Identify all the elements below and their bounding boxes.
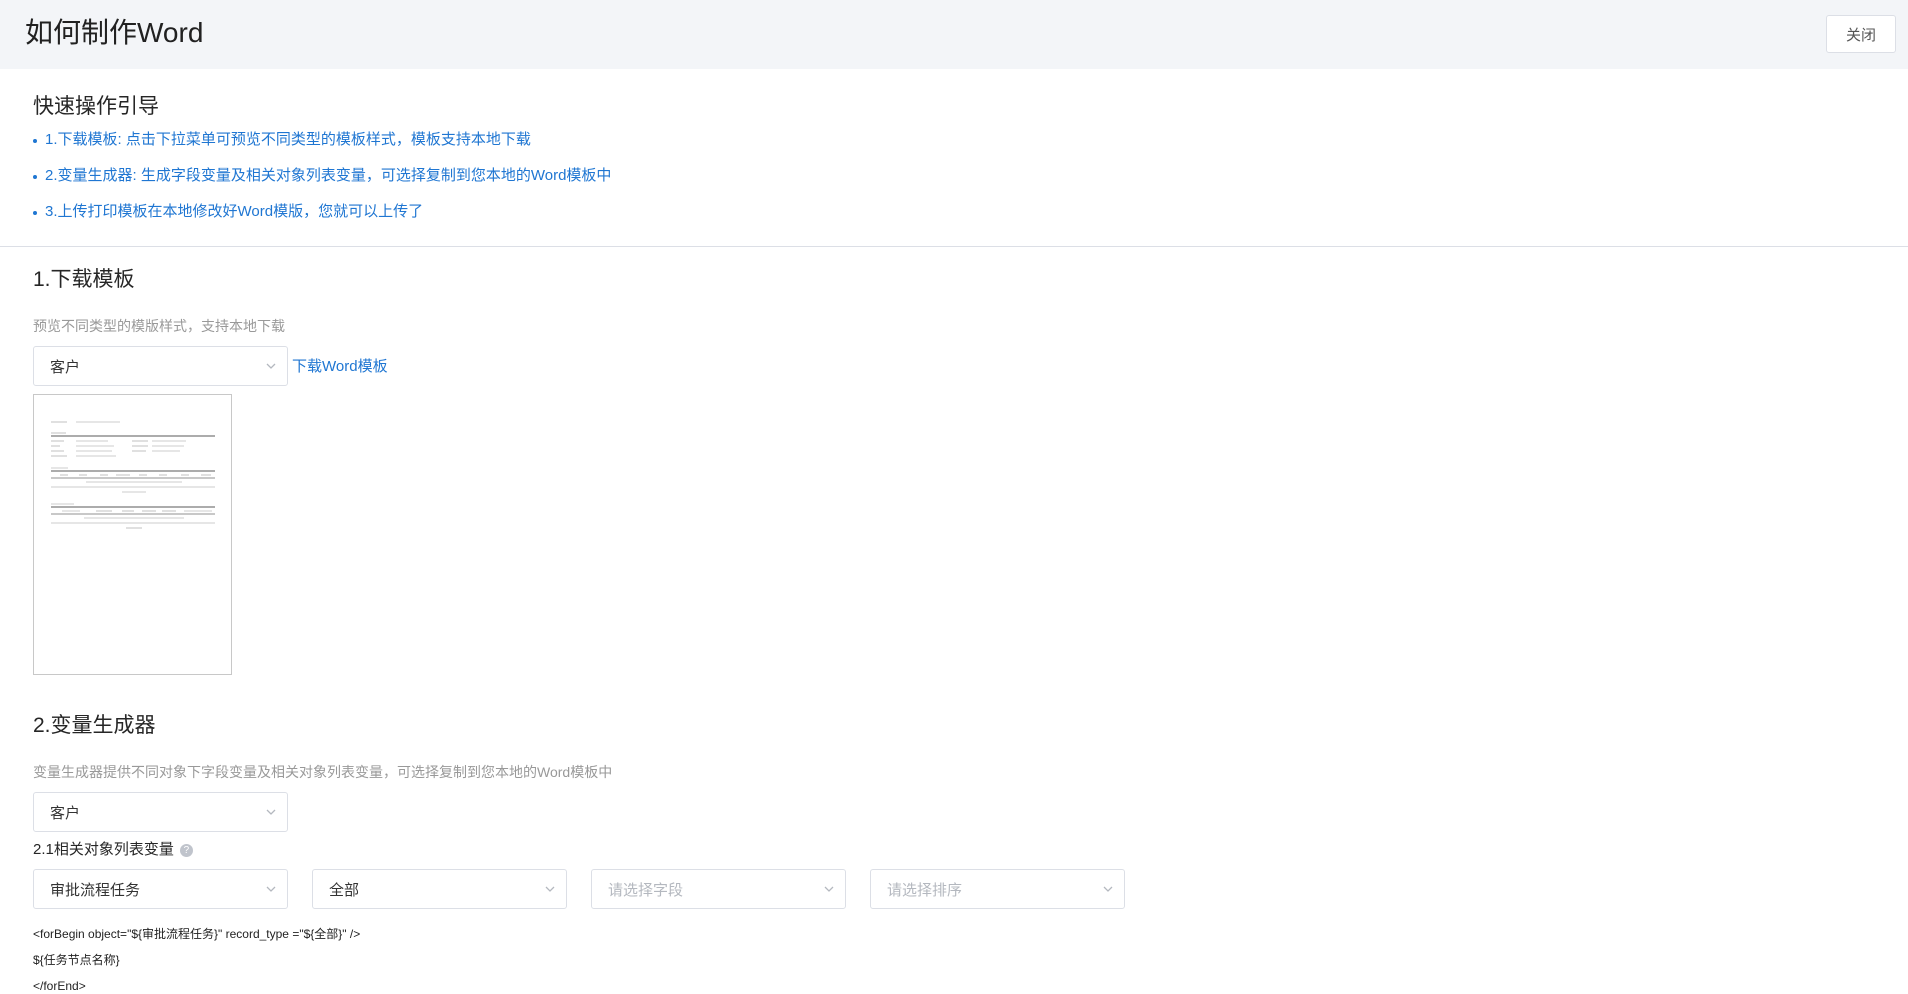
quick-guide-item[interactable]: 1.下载模板: 点击下拉菜单可预览不同类型的模板样式，模板支持本地下载 (33, 129, 611, 165)
quick-guide-item[interactable]: 3.上传打印模板在本地修改好Word模版，您就可以上传了 (33, 201, 611, 237)
page-title: 如何制作Word (25, 17, 204, 48)
list-bullet-icon (33, 211, 37, 215)
quick-guide-panel: 快速操作引导 1.下载模板: 点击下拉菜单可预览不同类型的模板样式，模板支持本地… (0, 69, 1908, 247)
field-select-placeholder: 请选择字段 (608, 881, 684, 899)
generator-object-select[interactable]: 客户 (33, 792, 288, 832)
generator-object-select-value: 客户 (50, 804, 81, 822)
chevron-down-icon (822, 882, 836, 896)
help-icon[interactable]: ? (179, 843, 193, 857)
template-object-select[interactable]: 客户 (33, 346, 288, 386)
chevron-down-icon (264, 882, 278, 896)
related-object-list-variable-label: 2.1相关对象列表变量 (33, 841, 174, 858)
sort-select-placeholder: 请选择排序 (887, 881, 963, 899)
list-bullet-icon (33, 175, 37, 179)
template-preview-thumbnail (33, 394, 232, 675)
list-bullet-icon (33, 139, 37, 143)
generated-code-line[interactable]: ${任务节点名称} (33, 952, 120, 968)
template-object-select-value: 客户 (50, 358, 81, 376)
template-preview-image (51, 421, 215, 529)
quick-guide-item-text: 3.上传打印模板在本地修改好Word模版，您就可以上传了 (45, 203, 424, 220)
quick-guide-list: 1.下载模板: 点击下拉菜单可预览不同类型的模板样式，模板支持本地下载 2.变量… (33, 129, 611, 237)
chevron-down-icon (264, 805, 278, 819)
quick-guide-item-text: 1.下载模板: 点击下拉菜单可预览不同类型的模板样式，模板支持本地下载 (45, 131, 531, 148)
related-object-select[interactable]: 审批流程任务 (33, 869, 288, 909)
record-type-select-value: 全部 (329, 881, 360, 899)
generated-code-line[interactable]: </forEnd> (33, 978, 86, 994)
record-type-select[interactable]: 全部 (312, 869, 567, 909)
download-word-template-link[interactable]: 下载Word模板 (292, 357, 388, 377)
generator-section-title: 2.变量生成器 (33, 714, 156, 737)
generated-code-line[interactable]: <forBegin object="${审批流程任务}" record_type… (33, 926, 360, 942)
quick-guide-heading: 快速操作引导 (33, 95, 159, 118)
chevron-down-icon (264, 359, 278, 373)
quick-guide-item-text: 2.变量生成器: 生成字段变量及相关对象列表变量，可选择复制到您本地的Word模… (45, 167, 612, 184)
related-object-select-value: 审批流程任务 (50, 881, 141, 899)
sort-select[interactable]: 请选择排序 (870, 869, 1125, 909)
field-select[interactable]: 请选择字段 (591, 869, 846, 909)
close-button[interactable]: 关闭 (1826, 15, 1896, 53)
download-section-description: 预览不同类型的模版样式，支持本地下载 (33, 318, 285, 334)
chevron-down-icon (1101, 882, 1115, 896)
quick-guide-item[interactable]: 2.变量生成器: 生成字段变量及相关对象列表变量，可选择复制到您本地的Word模… (33, 165, 611, 201)
download-section-title: 1.下载模板 (33, 268, 135, 291)
generator-section-description: 变量生成器提供不同对象下字段变量及相关对象列表变量，可选择复制到您本地的Word… (33, 764, 613, 780)
chevron-down-icon (543, 882, 557, 896)
page-header: 如何制作Word 关闭 (0, 0, 1908, 69)
related-object-list-variable-title: 2.1相关对象列表变量 ? (33, 840, 193, 860)
